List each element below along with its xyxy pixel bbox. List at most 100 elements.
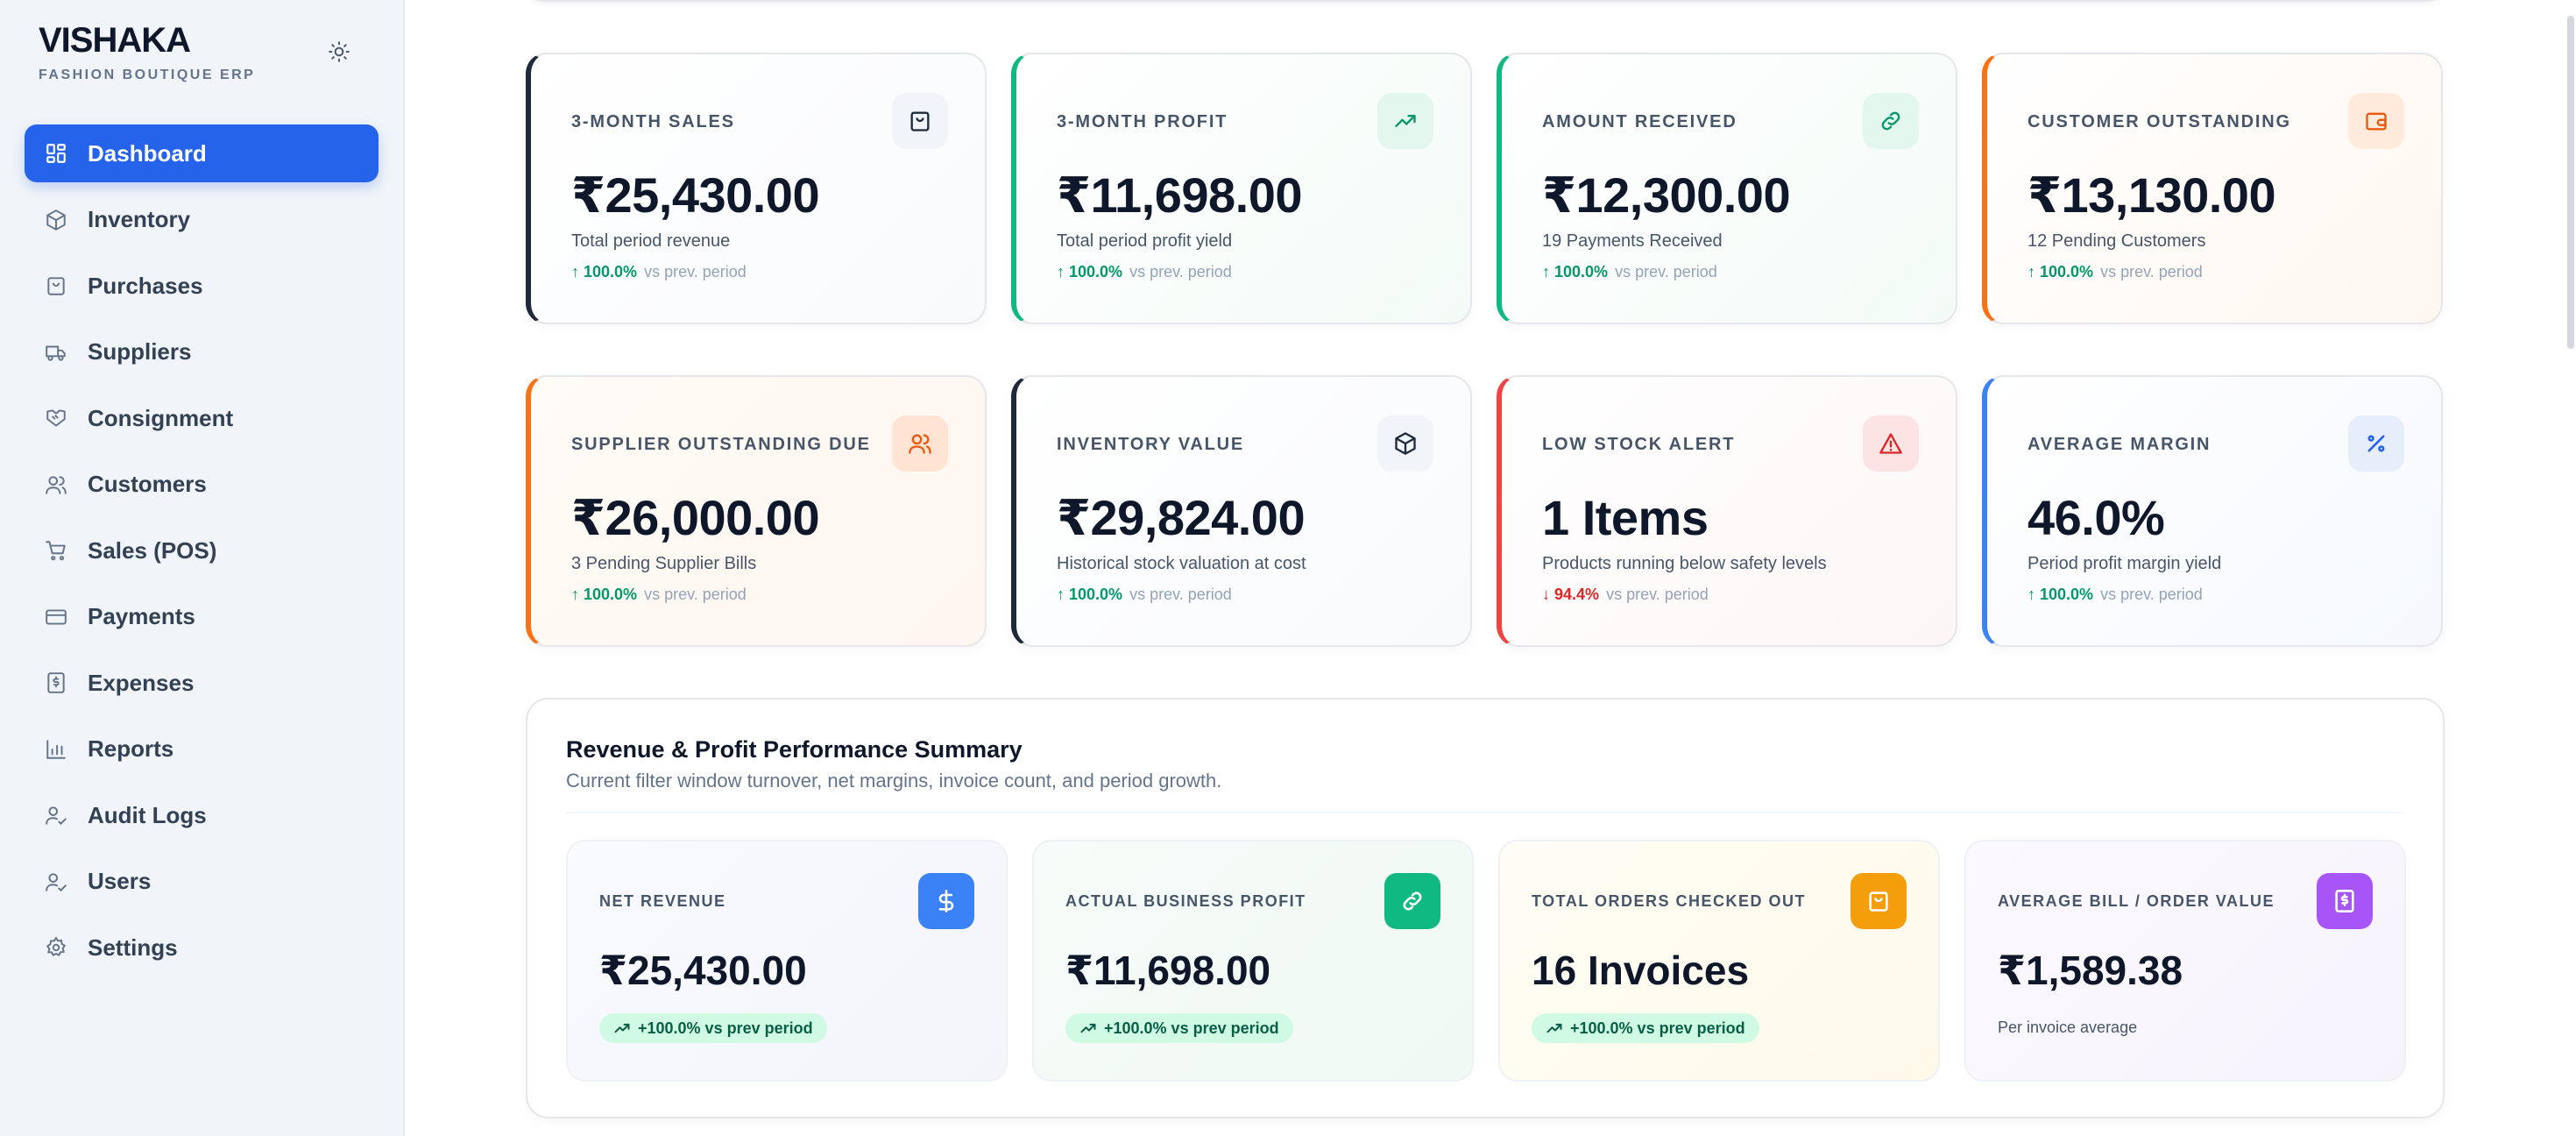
growth-badge-text: +100.0% vs prev period bbox=[638, 1019, 813, 1037]
kpi-card-average-margin[interactable]: AVERAGE MARGIN 46.0% Period profit margi… bbox=[1982, 375, 2443, 647]
sidebar-item-purchases[interactable]: Purchases bbox=[25, 257, 379, 315]
kpi-card-3-month-sales[interactable]: 3-MONTH SALES ₹25,430.00 Total period re… bbox=[526, 53, 987, 324]
kpi-compare: vs prev. period bbox=[644, 586, 747, 603]
sidebar-item-consignment[interactable]: Consignment bbox=[25, 389, 379, 447]
kpi-change-value: 100.0% bbox=[1554, 263, 1609, 280]
kpi-card-low-stock-alert[interactable]: LOW STOCK ALERT 1 Items Products running… bbox=[1497, 375, 1957, 647]
kpi-title: AVERAGE MARGIN bbox=[2028, 435, 2212, 454]
sidebar-item-users[interactable]: Users bbox=[25, 853, 379, 911]
kpi-value: ₹29,824.00 bbox=[1057, 490, 1306, 545]
kpi-title: 3-MONTH SALES bbox=[571, 112, 735, 131]
sidebar-item-customers[interactable]: Customers bbox=[25, 456, 379, 514]
kpi-value: ₹12,300.00 bbox=[1542, 167, 1791, 223]
kpi-change: ↑ 100.0% vs prev. period bbox=[571, 263, 747, 281]
kpi-change: ↑ 100.0% vs prev. period bbox=[571, 586, 747, 604]
arrow-up-icon: ↑ 100.0% bbox=[1057, 263, 1123, 280]
kpi-title: CUSTOMER OUTSTANDING bbox=[2028, 112, 2291, 131]
kpi-change: ↑ 100.0% vs prev. period bbox=[1057, 586, 1232, 604]
page-scrollbar[interactable] bbox=[2567, 16, 2574, 349]
kpi-card-customer-outstanding[interactable]: CUSTOMER OUTSTANDING ₹13,130.00 12 Pendi… bbox=[1982, 53, 2443, 324]
brand: VISHAKA FASHION BOUTIQUE ERP bbox=[39, 21, 255, 83]
kpi-value: ₹11,698.00 bbox=[1057, 167, 1303, 223]
kpi-compare: vs prev. period bbox=[644, 263, 747, 280]
sidebar-item-dashboard[interactable]: Dashboard bbox=[25, 124, 379, 182]
kpi-subtitle: Total period profit yield bbox=[1057, 231, 1233, 251]
arrow-up-icon: ↑ 100.0% bbox=[2028, 586, 2094, 603]
sidebar-nav: Dashboard Inventory Purchases Suppliers … bbox=[25, 124, 379, 985]
kpi-change: ↑ 100.0% vs prev. period bbox=[2028, 263, 2203, 281]
summary-card-title: NET REVENUE bbox=[599, 892, 726, 910]
sidebar-item-reports[interactable]: Reports bbox=[25, 721, 379, 778]
sidebar: VISHAKA FASHION BOUTIQUE ERP Dashboard I… bbox=[0, 0, 405, 1136]
kpi-subtitle: 3 Pending Supplier Bills bbox=[571, 554, 757, 573]
arrow-up-icon: ↑ 100.0% bbox=[1057, 586, 1123, 603]
user-check-icon bbox=[44, 803, 68, 827]
summary-card-average-bill[interactable]: AVERAGE BILL / ORDER VALUE ₹1,589.38 Per… bbox=[1964, 840, 2406, 1082]
sidebar-item-label: Consignment bbox=[88, 404, 234, 431]
kpi-compare: vs prev. period bbox=[1129, 586, 1232, 603]
summary-card-total-orders[interactable]: TOTAL ORDERS CHECKED OUT 16 Invoices +10… bbox=[1498, 840, 1940, 1082]
credit-card-icon bbox=[44, 605, 68, 629]
kpi-value: ₹26,000.00 bbox=[571, 490, 820, 545]
kpi-card-amount-received[interactable]: AMOUNT RECEIVED ₹12,300.00 19 Payments R… bbox=[1497, 53, 1957, 324]
percent-icon bbox=[2348, 415, 2404, 472]
kpi-compare: vs prev. period bbox=[1129, 263, 1232, 280]
summary-card-business-profit[interactable]: ACTUAL BUSINESS PROFIT ₹11,698.00 +100.0… bbox=[1032, 840, 1474, 1082]
trending-up-icon bbox=[1080, 1023, 1096, 1033]
handshake-icon bbox=[44, 406, 68, 430]
kpi-compare: vs prev. period bbox=[1615, 263, 1717, 280]
kpi-change-value: 94.4% bbox=[1554, 586, 1600, 603]
sidebar-item-label: Customers bbox=[88, 471, 207, 497]
summary-card-title: AVERAGE BILL / ORDER VALUE bbox=[1998, 892, 2275, 910]
receipt-icon bbox=[2317, 873, 2373, 929]
kpi-card-3-month-profit[interactable]: 3-MONTH PROFIT ₹11,698.00 Total period p… bbox=[1011, 53, 1472, 324]
link-icon bbox=[1863, 93, 1919, 149]
sidebar-item-label: Users bbox=[88, 868, 152, 894]
shopping-bag-icon bbox=[892, 93, 948, 149]
sidebar-item-label: Reports bbox=[88, 735, 174, 762]
sidebar-item-label: Payments bbox=[88, 603, 195, 629]
app-root: VISHAKA FASHION BOUTIQUE ERP Dashboard I… bbox=[0, 0, 2576, 1136]
sidebar-item-payments[interactable]: Payments bbox=[25, 588, 379, 646]
summary-card-value: ₹25,430.00 bbox=[599, 948, 807, 993]
theme-toggle-button[interactable] bbox=[322, 35, 356, 68]
kpi-change-value: 100.0% bbox=[584, 586, 638, 603]
arrow-up-icon: ↑ 100.0% bbox=[2028, 263, 2094, 280]
brand-name: VISHAKA bbox=[39, 21, 191, 60]
dollar-icon bbox=[918, 873, 974, 929]
kpi-value: ₹13,130.00 bbox=[2028, 167, 2276, 223]
sidebar-item-expenses[interactable]: Expenses bbox=[25, 654, 379, 712]
summary-card-value: ₹11,698.00 bbox=[1065, 948, 1271, 993]
sidebar-item-inventory[interactable]: Inventory bbox=[25, 191, 379, 249]
performance-summary-panel: Revenue & Profit Performance Summary Cur… bbox=[526, 698, 2445, 1118]
kpi-change-value: 100.0% bbox=[584, 263, 638, 280]
sidebar-item-audit-logs[interactable]: Audit Logs bbox=[25, 786, 379, 844]
user-check-icon bbox=[44, 870, 68, 894]
sidebar-item-suppliers[interactable]: Suppliers bbox=[25, 323, 379, 381]
sidebar-item-label: Dashboard bbox=[88, 139, 207, 167]
kpi-card-inventory-value[interactable]: INVENTORY VALUE ₹29,824.00 Historical st… bbox=[1011, 375, 1472, 647]
sidebar-item-label: Expenses bbox=[88, 669, 195, 696]
link-icon bbox=[1384, 873, 1440, 929]
kpi-title: INVENTORY VALUE bbox=[1057, 435, 1245, 454]
kpi-subtitle: 19 Payments Received bbox=[1542, 231, 1723, 251]
kpi-compare: vs prev. period bbox=[2100, 586, 2203, 603]
alert-triangle-icon bbox=[1863, 415, 1919, 472]
sidebar-item-label: Audit Logs bbox=[88, 801, 207, 828]
sidebar-item-sales-pos[interactable]: Sales (POS) bbox=[25, 522, 379, 579]
growth-badge-text: +100.0% vs prev period bbox=[1104, 1019, 1279, 1037]
truck-icon bbox=[44, 340, 68, 365]
kpi-subtitle: Historical stock valuation at cost bbox=[1057, 554, 1306, 573]
trending-up-icon bbox=[1546, 1023, 1562, 1033]
summary-card-net-revenue[interactable]: NET REVENUE ₹25,430.00 +100.0% vs prev p… bbox=[566, 840, 1008, 1082]
shopping-bag-icon bbox=[1851, 873, 1907, 929]
growth-badge: +100.0% vs prev period bbox=[1532, 1013, 1759, 1043]
kpi-value: 46.0% bbox=[2028, 490, 2165, 545]
gear-icon bbox=[44, 935, 68, 960]
sidebar-item-settings[interactable]: Settings bbox=[25, 919, 379, 976]
bar-chart-icon bbox=[44, 737, 68, 762]
kpi-subtitle: 12 Pending Customers bbox=[2028, 231, 2206, 251]
box-icon bbox=[1377, 415, 1433, 472]
arrow-up-icon: ↑ 100.0% bbox=[571, 586, 638, 603]
kpi-card-supplier-outstanding[interactable]: SUPPLIER OUTSTANDING DUE ₹26,000.00 3 Pe… bbox=[526, 375, 987, 647]
